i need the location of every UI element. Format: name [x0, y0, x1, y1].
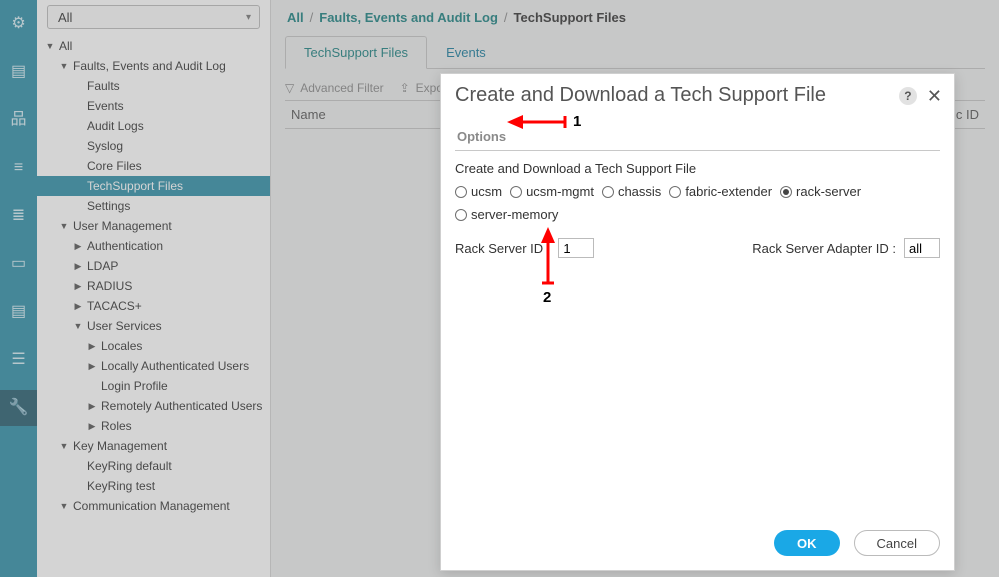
radio-label: rack-server: [796, 184, 861, 199]
radio-label: fabric-extender: [685, 184, 772, 199]
modal-subtitle: Create and Download a Tech Support File: [455, 161, 940, 176]
radio-icon: [602, 186, 614, 198]
help-button[interactable]: ?: [899, 87, 917, 105]
modal-footer: OK Cancel: [441, 520, 954, 570]
cancel-button[interactable]: Cancel: [854, 530, 940, 556]
radio-ucsm-mgmt[interactable]: ucsm-mgmt: [510, 184, 594, 199]
create-techsupport-modal: Create and Download a Tech Support File …: [440, 73, 955, 571]
annotation-label-2: 2: [543, 289, 551, 306]
radio-ucsm[interactable]: ucsm: [455, 184, 502, 199]
radio-label: ucsm-mgmt: [526, 184, 594, 199]
radio-chassis[interactable]: chassis: [602, 184, 661, 199]
modal-title: Create and Download a Tech Support File: [455, 84, 826, 107]
options-tab[interactable]: Options: [455, 123, 508, 150]
radio-label: ucsm: [471, 184, 502, 199]
radio-label: server-memory: [471, 207, 558, 222]
ok-button[interactable]: OK: [774, 530, 840, 556]
radio-rack-server[interactable]: rack-server: [780, 184, 861, 199]
radio-icon: [510, 186, 522, 198]
radio-icon: [455, 186, 467, 198]
rack-server-id-label: Rack Server ID :: [455, 241, 550, 256]
rack-adapter-id-label: Rack Server Adapter ID :: [752, 241, 896, 256]
radio-fabric-extender[interactable]: fabric-extender: [669, 184, 772, 199]
radio-icon: [780, 186, 792, 198]
radio-icon: [669, 186, 681, 198]
radio-server-memory[interactable]: server-memory: [455, 207, 558, 222]
modal-header: Create and Download a Tech Support File …: [441, 74, 954, 113]
rack-adapter-id-input[interactable]: [904, 238, 940, 258]
rack-server-id-input[interactable]: [558, 238, 594, 258]
rack-server-id-field: Rack Server ID :: [455, 238, 594, 258]
radio-group-type: ucsm ucsm-mgmt chassis fabric-extender rack-…: [455, 184, 940, 222]
rack-adapter-id-field: Rack Server Adapter ID :: [752, 238, 940, 258]
radio-icon: [455, 209, 467, 221]
radio-label: chassis: [618, 184, 661, 199]
close-icon[interactable]: ✕: [927, 87, 942, 105]
modal-body: Options Create and Download a Tech Suppo…: [441, 113, 954, 520]
